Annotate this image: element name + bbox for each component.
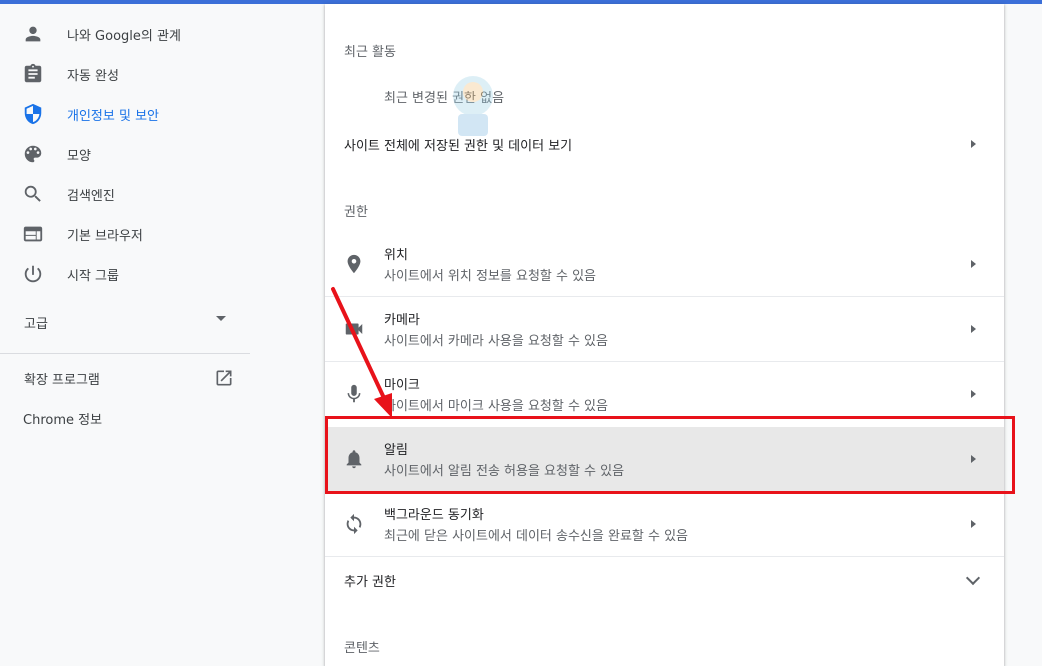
bell-icon — [343, 448, 365, 470]
sidebar: 나와 Google의 관계 자동 완성 개인정보 및 보안 모양 검색엔진 기본… — [0, 4, 250, 666]
arrow-right-icon — [971, 455, 976, 463]
permission-desc: 사이트에서 위치 정보를 요청할 수 있음 — [384, 269, 597, 284]
sidebar-item-label: 자동 완성 — [67, 69, 119, 84]
about-label: Chrome 정보 — [23, 413, 103, 428]
sidebar-item-about-chrome[interactable]: Chrome 정보 — [0, 400, 250, 440]
browser-icon — [22, 223, 44, 245]
caret-down-icon — [216, 316, 226, 321]
sidebar-divider — [0, 353, 250, 354]
permission-title: 위치 — [384, 248, 408, 263]
extensions-label: 확장 프로그램 — [24, 373, 100, 388]
location-pin-icon — [343, 253, 365, 275]
permission-location[interactable]: 위치 사이트에서 위치 정보를 요청할 수 있음 — [325, 232, 1004, 296]
additional-permissions-row[interactable]: 추가 권한 — [325, 557, 1004, 601]
permission-microphone[interactable]: 마이크 사이트에서 마이크 사용을 요청할 수 있음 — [325, 362, 1004, 426]
sidebar-item-autofill[interactable]: 자동 완성 — [0, 54, 250, 94]
permission-desc: 최근에 닫은 사이트에서 데이터 송수신을 완료할 수 있음 — [384, 529, 689, 544]
permissions-title: 권한 — [344, 205, 368, 220]
shield-icon — [22, 103, 44, 125]
sidebar-advanced-toggle[interactable]: 고급 — [0, 302, 250, 342]
watermark-logo — [450, 74, 496, 140]
permission-desc: 사이트에서 마이크 사용을 요청할 수 있음 — [384, 399, 608, 414]
permission-notifications[interactable]: 알림 사이트에서 알림 전송 허용을 요청할 수 있음 — [325, 427, 1004, 491]
arrow-right-icon — [971, 325, 976, 333]
arrow-right-icon — [971, 260, 976, 268]
search-icon — [22, 183, 44, 205]
sidebar-item-you-and-google[interactable]: 나와 Google의 관계 — [0, 14, 250, 54]
sidebar-item-privacy-security[interactable]: 개인정보 및 보안 — [0, 94, 250, 134]
permission-camera[interactable]: 카메라 사이트에서 카메라 사용을 요청할 수 있음 — [325, 297, 1004, 361]
sidebar-item-label: 기본 브라우저 — [67, 229, 143, 244]
sidebar-item-label: 개인정보 및 보안 — [67, 109, 159, 124]
permission-title: 알림 — [384, 443, 408, 458]
permission-desc: 사이트에서 알림 전송 허용을 요청할 수 있음 — [384, 464, 625, 479]
permission-title: 마이크 — [384, 378, 420, 393]
advanced-label: 고급 — [24, 317, 48, 332]
sidebar-item-label: 시작 그룹 — [67, 269, 119, 284]
chevron-down-icon — [965, 570, 981, 586]
recent-activity-title: 최근 활동 — [344, 45, 396, 60]
arrow-right-icon — [971, 390, 976, 398]
sidebar-item-label: 검색엔진 — [67, 189, 115, 204]
permission-title: 카메라 — [384, 313, 420, 328]
camera-icon — [343, 318, 365, 340]
sidebar-item-default-browser[interactable]: 기본 브라우저 — [0, 214, 250, 254]
clipboard-icon — [22, 63, 44, 85]
arrow-right-icon — [971, 140, 976, 148]
sync-icon — [343, 513, 365, 535]
additional-permissions-label: 추가 권한 — [344, 575, 396, 590]
power-icon — [22, 263, 44, 285]
sidebar-item-label: 모양 — [67, 149, 91, 164]
open-in-new-icon — [214, 368, 234, 388]
person-icon — [22, 23, 44, 45]
microphone-icon — [343, 383, 365, 405]
permission-desc: 사이트에서 카메라 사용을 요청할 수 있음 — [384, 334, 608, 349]
sidebar-item-search-engine[interactable]: 검색엔진 — [0, 174, 250, 214]
sidebar-item-on-startup[interactable]: 시작 그룹 — [0, 254, 250, 294]
permission-title: 백그라운드 동기화 — [384, 508, 484, 523]
sidebar-item-label: 나와 Google의 관계 — [67, 29, 181, 44]
sidebar-item-appearance[interactable]: 모양 — [0, 134, 250, 174]
all-sites-data-row[interactable]: 사이트 전체에 저장된 권한 및 데이터 보기 — [325, 122, 1004, 166]
sidebar-item-extensions[interactable]: 확장 프로그램 — [0, 360, 250, 400]
permission-background-sync[interactable]: 백그라운드 동기화 최근에 닫은 사이트에서 데이터 송수신을 완료할 수 있음 — [325, 492, 1004, 556]
settings-card: 최근 활동 최근 변경된 권한 없음 사이트 전체에 저장된 권한 및 데이터 … — [325, 4, 1004, 666]
palette-icon — [22, 143, 44, 165]
arrow-right-icon — [971, 520, 976, 528]
content-title: 콘텐츠 — [344, 641, 380, 656]
